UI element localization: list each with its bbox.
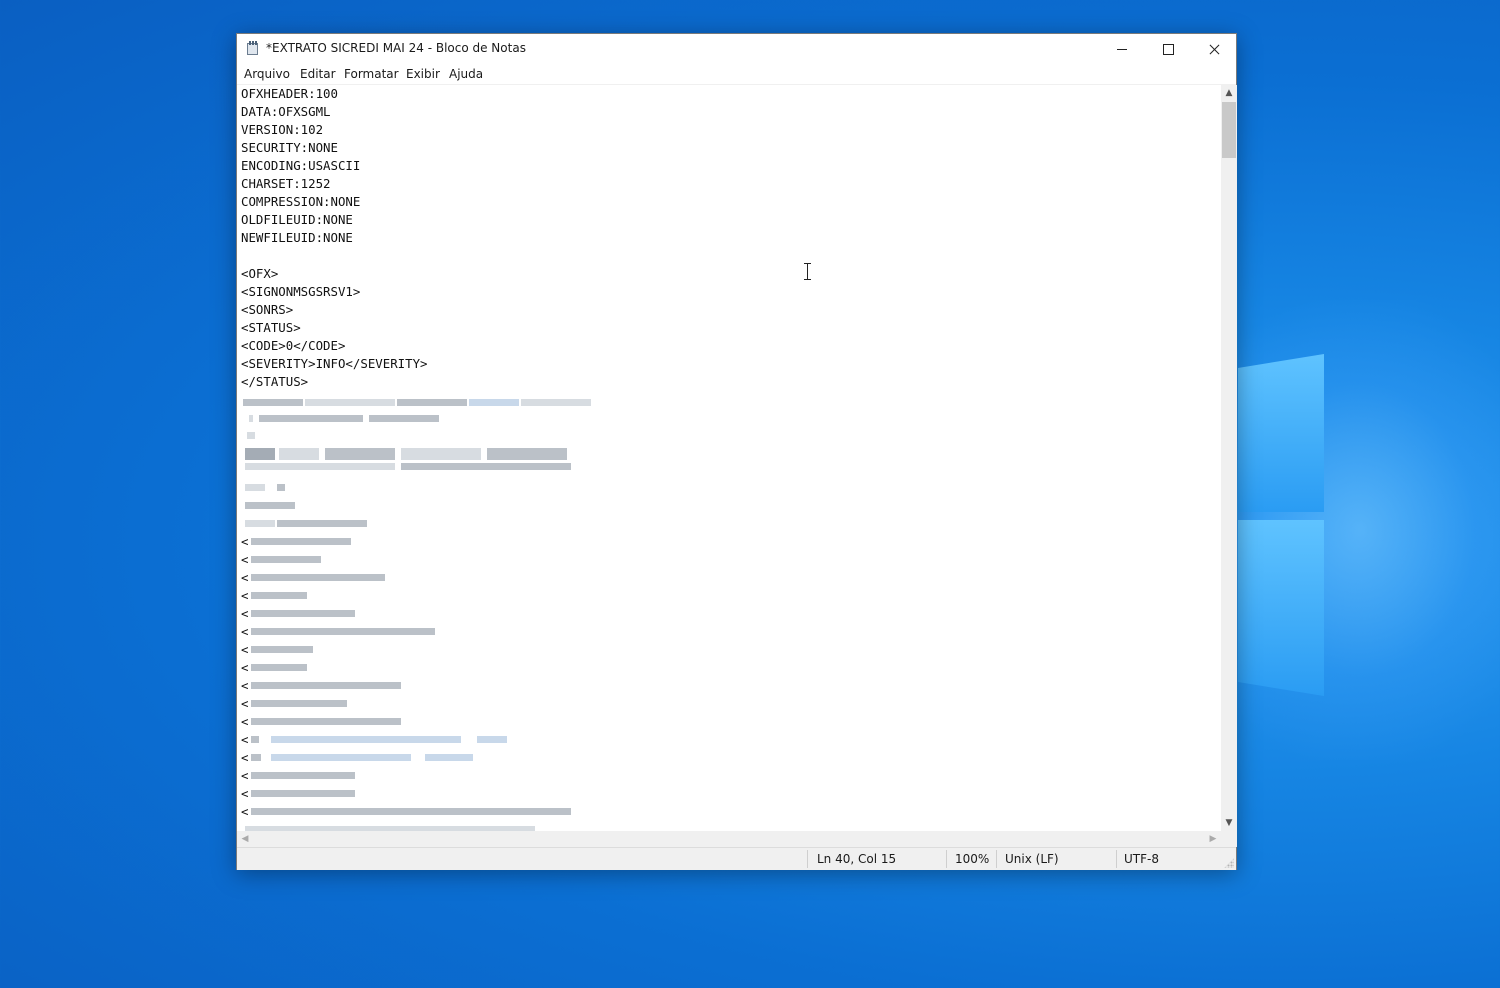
close-button[interactable] <box>1191 34 1237 64</box>
text-line: ENCODING:USASCII <box>241 158 361 173</box>
scroll-up-icon[interactable]: ▲ <box>1221 85 1237 101</box>
menu-formatar[interactable]: Formatar <box>344 67 399 81</box>
horizontal-scrollbar[interactable]: ◀ ▶ <box>237 831 1221 847</box>
text-editor[interactable]: OFXHEADER:100 DATA:OFXSGML VERSION:102 S… <box>237 85 1221 831</box>
text-line: <SONRS> <box>241 302 294 317</box>
title-bar[interactable]: *EXTRATO SICREDI MAI 24 - Bloco de Notas <box>237 34 1236 64</box>
status-divider <box>946 850 947 868</box>
text-line: <STATUS> <box>241 320 301 335</box>
menu-editar[interactable]: Editar <box>300 67 336 81</box>
scroll-right-icon[interactable]: ▶ <box>1205 831 1221 847</box>
text-line: VERSION:102 <box>241 122 324 137</box>
text-line: </STATUS> <box>241 374 309 389</box>
maximize-button[interactable] <box>1145 34 1191 64</box>
minimize-button[interactable] <box>1099 34 1145 64</box>
encoding: UTF-8 <box>1124 852 1159 866</box>
text-line: OFXHEADER:100 <box>241 86 338 101</box>
text-line: CHARSET:1252 <box>241 176 331 191</box>
text-line: COMPRESSION:NONE <box>241 194 361 209</box>
scroll-left-icon[interactable]: ◀ <box>237 831 253 847</box>
text-line: <OFX> <box>241 266 279 281</box>
scroll-down-icon[interactable]: ▼ <box>1221 815 1237 831</box>
vertical-scrollbar[interactable]: ▲ ▼ <box>1221 85 1237 831</box>
status-divider <box>1116 850 1117 868</box>
menu-arquivo[interactable]: Arquivo <box>244 67 290 81</box>
resize-grip-icon[interactable] <box>1224 858 1234 868</box>
notepad-icon[interactable] <box>246 41 260 55</box>
text-line: OLDFILEUID:NONE <box>241 212 353 227</box>
status-divider <box>996 850 997 868</box>
menu-exibir[interactable]: Exibir <box>406 67 440 81</box>
text-line: <SIGNONMSGSRSV1> <box>241 284 361 299</box>
menu-bar: Arquivo Editar Formatar Exibir Ajuda <box>237 64 1236 85</box>
text-line: SECURITY:NONE <box>241 140 338 155</box>
text-line: <SEVERITY>INFO</SEVERITY> <box>241 356 428 371</box>
line-ending: Unix (LF) <box>1005 852 1059 866</box>
notepad-window: *EXTRATO SICREDI MAI 24 - Bloco de Notas… <box>236 33 1237 870</box>
text-line: DATA:OFXSGML <box>241 104 331 119</box>
cursor-position: Ln 40, Col 15 <box>817 852 897 866</box>
scroll-thumb[interactable] <box>1222 102 1236 158</box>
zoom-level: 100% <box>955 852 990 866</box>
window-title: *EXTRATO SICREDI MAI 24 - Bloco de Notas <box>266 41 526 55</box>
status-divider <box>807 850 808 868</box>
menu-ajuda[interactable]: Ajuda <box>449 67 483 81</box>
text-line: <CODE>0</CODE> <box>241 338 346 353</box>
text-line: NEWFILEUID:NONE <box>241 230 353 245</box>
status-bar: Ln 40, Col 15 100% Unix (LF) UTF-8 <box>237 847 1236 870</box>
windows-logo-icon <box>1238 338 1328 698</box>
scrollbar-corner <box>1221 831 1237 847</box>
text-cursor-icon <box>804 263 811 280</box>
